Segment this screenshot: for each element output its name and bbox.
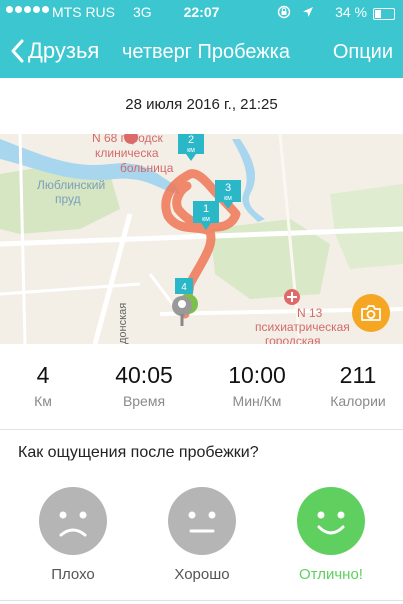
options-button[interactable]: Опции [333,41,393,64]
map-label: Люблинский [37,178,105,192]
map-label: больница [120,161,174,175]
km-marker-number: 2 [188,134,194,146]
camera-icon [361,305,381,321]
neutral-face-icon [168,487,236,555]
stat-label: Км [34,393,52,409]
km-marker-number: 3 [225,182,231,194]
camera-button[interactable] [352,294,390,332]
stat-calories: 211 Калории [308,362,403,409]
map-label: N 13 [297,306,323,320]
mood-label: Хорошо [174,566,230,583]
stat-label: Калории [330,393,386,409]
km-marker-unit: км [202,216,210,223]
back-button[interactable]: Друзья [10,38,99,64]
run-date: 28 июля 2016 г., 21:25 [125,96,278,113]
rotation-lock-icon [277,5,291,19]
route-map[interactable]: N 68 городск клиническа больница Люблинс… [0,134,403,344]
km-marker-4: 4 [175,278,193,294]
location-arrow-icon [303,7,313,17]
map-label: психиатрическая [255,320,350,334]
hospital-icon [284,289,300,305]
divider [0,600,403,601]
stat-pace: 10:00 Мин/Км [207,362,307,409]
stat-time: 40:05 Время [94,362,194,409]
battery-icon [373,8,395,20]
chevron-left-icon [11,39,24,63]
mood-great-button[interactable]: Отлично! [285,485,377,583]
map-label: донская [117,303,129,344]
mood-good-button[interactable]: Хорошо [156,485,248,583]
map-label: городская [265,334,321,344]
km-marker-unit: км [224,195,232,202]
navigation-bar: Друзья четверг Пробежка Опции [0,26,403,78]
stat-value: 40:05 [115,362,173,388]
map-label: клиническа [95,146,159,160]
page-title: четверг Пробежка [122,41,290,63]
stat-value: 211 [339,362,377,388]
mood-bad-button[interactable]: Плохо [27,485,119,583]
km-marker-unit: км [187,147,195,154]
km-marker-number: 4 [181,282,187,293]
stat-label: Мин/Км [232,393,282,409]
map-label: N 68 городск [92,134,164,145]
battery-percent: 34 % [335,4,367,20]
sad-face-icon [39,487,107,555]
status-bar: MTS RUS 3G 22:07 34 % [0,0,403,26]
happy-face-icon [297,487,365,555]
map-label: пруд [55,192,81,206]
feeling-question: Как ощущения после пробежки? [18,444,259,461]
status-icons [277,4,315,20]
stat-distance: 4 Км [0,362,93,409]
mood-label: Плохо [51,566,95,583]
run-stats: 4 Км 40:05 Время 10:00 Мин/Км 211 Калори… [0,362,403,422]
back-button-label: Друзья [28,38,100,63]
mood-label: Отлично! [299,566,363,583]
divider [0,429,403,430]
stat-value: 10:00 [228,362,286,388]
km-marker-number: 1 [203,203,209,215]
stat-value: 4 [36,362,50,388]
stat-label: Время [122,393,166,409]
